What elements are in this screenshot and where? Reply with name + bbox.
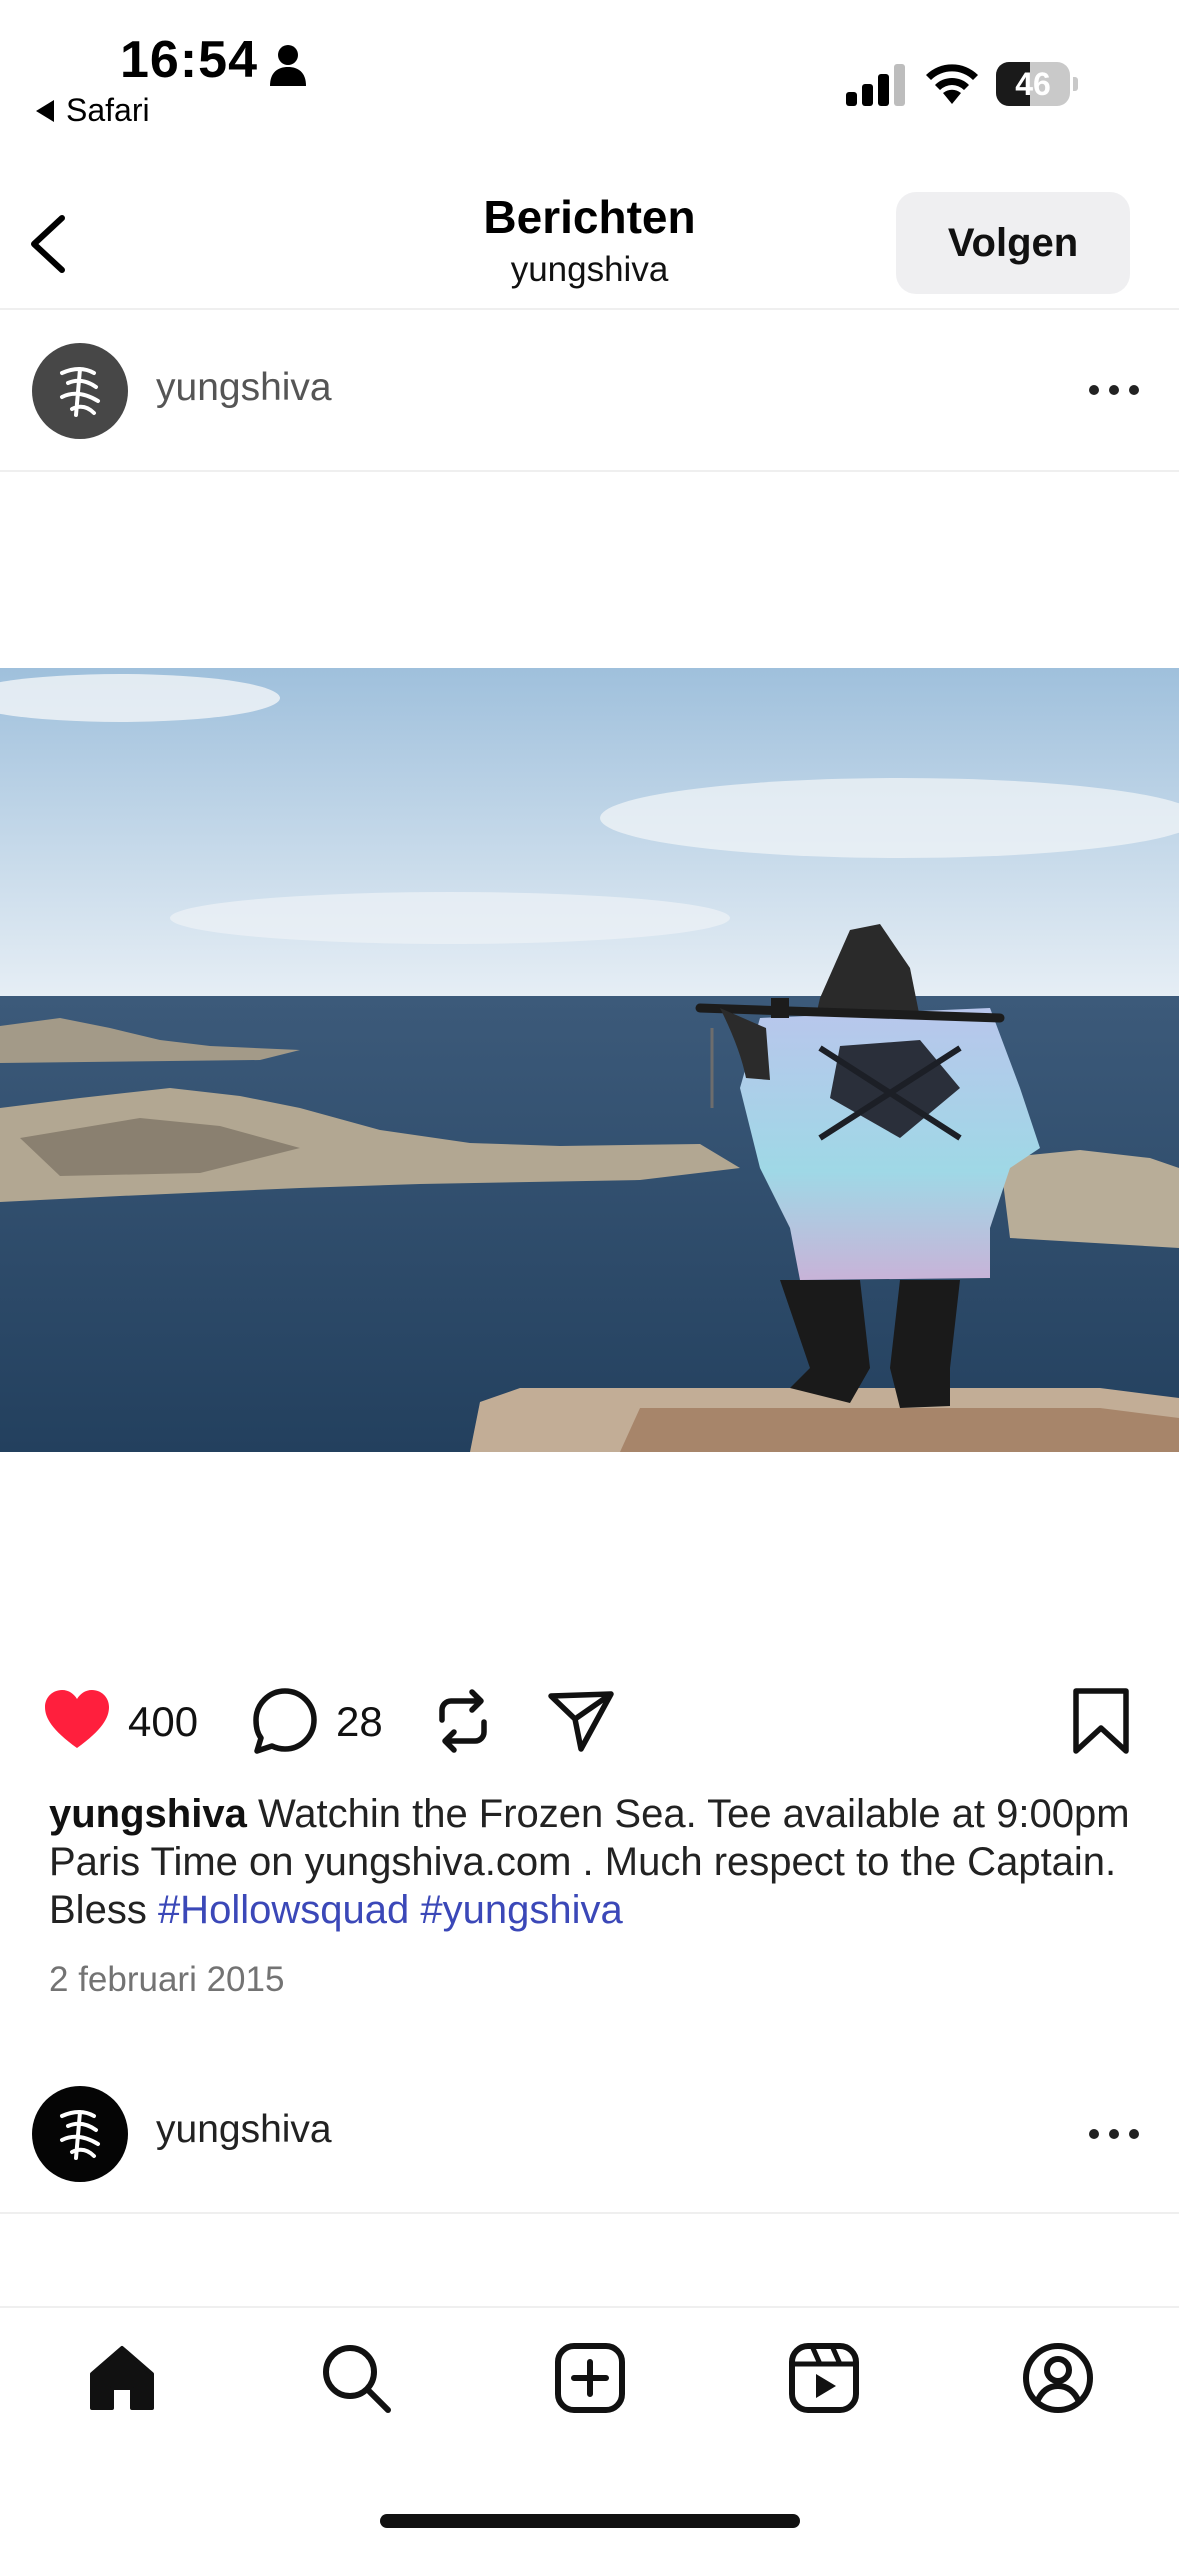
back-triangle-icon: [36, 99, 54, 122]
post-caption: yungshiva Watchin the Frozen Sea. Tee av…: [49, 1790, 1139, 1934]
comments-count[interactable]: 28: [336, 1698, 383, 1746]
likes-count[interactable]: 400: [128, 1698, 198, 1746]
battery-icon: 46: [996, 62, 1078, 106]
post-header-divider: [0, 470, 1179, 472]
share-send-icon[interactable]: [546, 1686, 616, 1756]
caption-username[interactable]: yungshiva: [49, 1792, 247, 1836]
post-username[interactable]: yungshiva: [156, 366, 332, 410]
post-image[interactable]: [0, 668, 1179, 1452]
header-divider: [0, 308, 1179, 310]
like-heart-icon[interactable]: [42, 1686, 112, 1756]
battery-percent: 46: [1015, 66, 1051, 102]
more-options-icon[interactable]: [1086, 380, 1142, 400]
search-icon[interactable]: [318, 2340, 394, 2416]
hashtag-link[interactable]: #yungshiva: [420, 1888, 622, 1932]
comment-icon[interactable]: [250, 1686, 320, 1756]
status-time: 16:54: [120, 31, 258, 89]
person-icon: [270, 45, 306, 86]
bottom-nav-divider: [0, 2306, 1179, 2308]
follow-button[interactable]: Volgen: [896, 192, 1130, 294]
avatar-logo-icon: [60, 2110, 100, 2160]
home-icon[interactable]: [84, 2340, 160, 2416]
bookmark-icon[interactable]: [1066, 1686, 1136, 1756]
next-post-divider: [0, 2212, 1179, 2214]
avatar[interactable]: [32, 2086, 128, 2182]
avatar-logo-icon: [60, 367, 100, 417]
home-indicator: [380, 2514, 800, 2528]
repost-icon[interactable]: [428, 1686, 498, 1756]
back-to-safari-link[interactable]: Safari: [36, 92, 150, 129]
back-app-label: Safari: [66, 92, 150, 128]
avatar[interactable]: [32, 343, 128, 439]
reels-icon[interactable]: [786, 2340, 862, 2416]
create-post-icon[interactable]: [552, 2340, 628, 2416]
wifi-icon: [926, 64, 978, 104]
hashtag-link[interactable]: #Hollowsquad: [158, 1888, 409, 1932]
post-date: 2 februari 2015: [49, 1960, 285, 1999]
cellular-signal-icon: [846, 64, 905, 106]
next-post-username[interactable]: yungshiva: [156, 2108, 332, 2152]
profile-icon[interactable]: [1020, 2340, 1096, 2416]
more-options-icon[interactable]: [1086, 2124, 1142, 2144]
